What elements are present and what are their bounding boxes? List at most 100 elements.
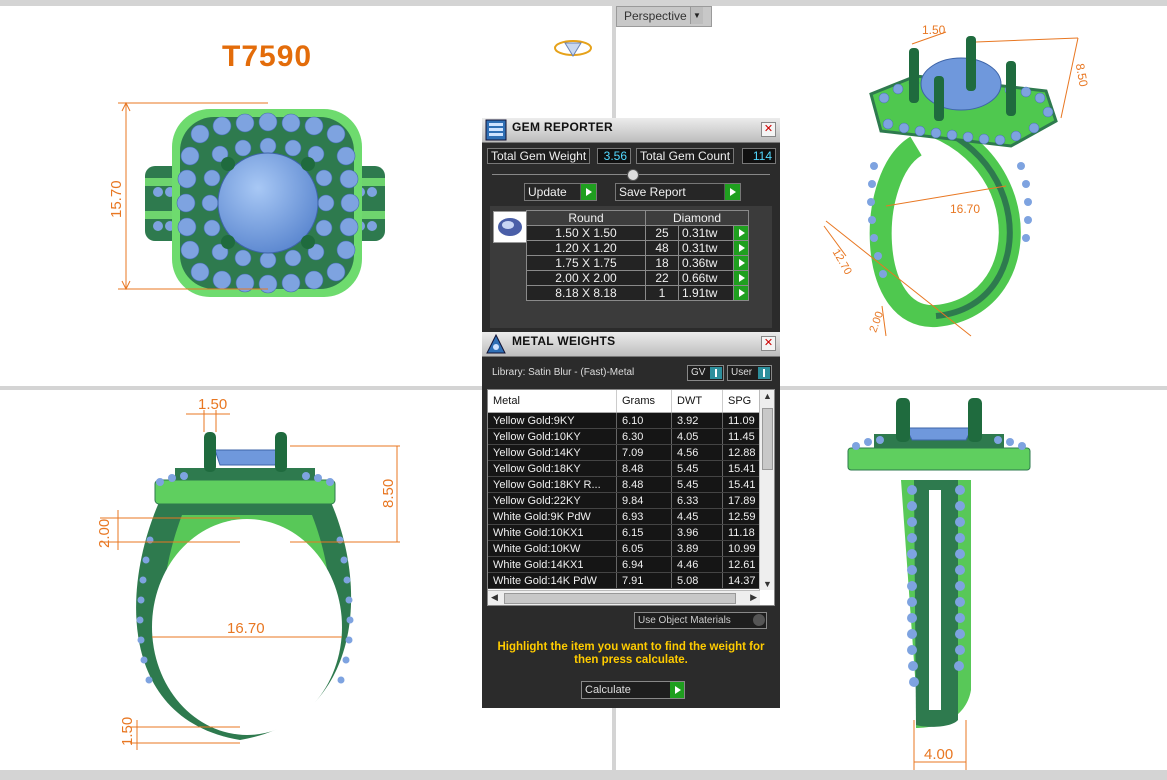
metal-weights-titlebar[interactable]: METAL WEIGHTS ✕ [482,332,780,357]
table-row[interactable]: White Gold:10KW 6.05 3.89 10.99 [488,540,774,557]
dimension-label: 16.70 [227,620,265,637]
table-row[interactable]: Yellow Gold:18KY R... 8.48 5.45 15.41 [488,476,774,493]
user-toggle-label: User [731,367,753,378]
gem-tw: 1.91tw [678,285,734,301]
column-header-dwt[interactable]: DWT [671,390,723,413]
gem-size: 1.20 X 1.20 [526,240,646,256]
table-row[interactable]: White Gold:10KX1 6.15 3.96 11.18 [488,524,774,541]
gem-tw: 0.31tw [678,240,734,256]
gem-tw: 0.36tw [678,255,734,271]
metal-dwt: 4.46 [671,556,723,573]
table-row[interactable]: Yellow Gold:10KY 6.30 4.05 11.45 [488,428,774,445]
table-row[interactable]: Yellow Gold:18KY 8.48 5.45 15.41 [488,460,774,477]
metal-dwt: 4.56 [671,444,723,461]
metal-grams: 6.15 [616,524,672,541]
metal-grams: 6.94 [616,556,672,573]
dimension-label: 16.70 [950,202,981,216]
scrollbar-thumb[interactable] [504,593,736,604]
slider-handle[interactable] [627,169,639,181]
select-gem-button[interactable] [733,255,749,271]
metal-dwt: 3.89 [671,540,723,557]
dimension-label: 1.50 [119,716,136,746]
metal-grams: 6.05 [616,540,672,557]
gem-reporter-titlebar[interactable]: GEM REPORTER ✕ [482,118,780,143]
round-diamond-icon[interactable] [493,211,527,243]
total-gem-count-value: 114 [742,148,776,164]
select-gem-button[interactable] [733,225,749,241]
gem-size: 2.00 X 2.00 [526,270,646,286]
metal-dwt: 3.96 [671,524,723,541]
model-name: T7590 [222,40,313,73]
metal-name: Yellow Gold:9KY [488,412,617,429]
play-icon [580,184,596,200]
gem-count: 1 [645,285,679,301]
gem-tw: 0.66tw [678,270,734,286]
metal-dwt: 3.92 [671,412,723,429]
gem-size: 1.50 X 1.50 [526,225,646,241]
gem-row[interactable]: 1.75 X 1.75 18 0.36tw [526,255,749,271]
save-report-button[interactable]: Save Report [615,183,741,201]
table-row[interactable]: White Gold:14KX1 6.94 4.46 12.61 [488,556,774,573]
dimension-label: 8.50 [380,478,397,508]
use-object-materials-toggle[interactable]: Use Object Materials [634,612,767,629]
table-row[interactable]: Yellow Gold:14KY 7.09 4.56 12.88 [488,444,774,461]
column-header-metal[interactable]: Metal [488,390,617,413]
total-gem-weight-label: Total Gem Weight [487,148,591,164]
scrollbar-thumb[interactable] [762,408,773,470]
calculate-button[interactable]: Calculate [581,681,685,699]
gem-row[interactable]: 2.00 X 2.00 22 0.66tw [526,270,749,286]
column-header-grams[interactable]: Grams [616,390,672,413]
metal-name: White Gold:10KX1 [488,524,617,541]
scale-icon [486,333,506,354]
hint-text: Highlight the item you want to find the … [497,641,765,666]
gem-reporter-title: GEM REPORTER [512,120,613,134]
chevron-down-icon[interactable]: ▼ [690,7,703,24]
vertical-scrollbar[interactable]: ▲ ▼ [759,390,774,590]
scroll-right-icon[interactable]: ▶ [750,592,757,603]
gem-row[interactable]: 1.20 X 1.20 48 0.31tw [526,240,749,256]
gem-type-header: Diamond [645,210,749,226]
table-row[interactable]: White Gold:9K PdW 6.93 4.45 12.59 [488,508,774,525]
table-row[interactable]: Yellow Gold:22KY 9.84 6.33 17.89 [488,492,774,509]
metal-name: White Gold:14KX1 [488,556,617,573]
table-row[interactable]: Yellow Gold:9KY 6.10 3.92 11.09 [488,412,774,429]
gem-shape-header: Round [526,210,646,226]
metal-name: Yellow Gold:14KY [488,444,617,461]
total-gem-count-label: Total Gem Count [636,148,735,164]
close-icon[interactable]: ✕ [761,336,776,351]
scroll-up-icon[interactable]: ▲ [763,391,772,401]
gem-count: 22 [645,270,679,286]
metal-name: White Gold:14K PdW [488,572,617,589]
radio-icon [753,614,765,626]
play-icon [670,682,684,698]
toggle-icon [758,367,770,379]
metal-dwt: 6.33 [671,492,723,509]
metal-dwt: 5.45 [671,460,723,477]
table-row[interactable]: White Gold:14K PdW 7.91 5.08 14.37 [488,572,774,589]
select-gem-button[interactable] [733,240,749,256]
metal-grams: 8.48 [616,476,672,493]
gv-toggle-label: GV [691,367,706,378]
gem-row[interactable]: 1.50 X 1.50 25 0.31tw [526,225,749,241]
metal-grams: 7.91 [616,572,672,589]
metal-dwt: 5.45 [671,476,723,493]
metal-name: White Gold:9K PdW [488,508,617,525]
metal-name: Yellow Gold:18KY [488,460,617,477]
scroll-down-icon[interactable]: ▼ [763,579,772,589]
update-button[interactable]: Update [524,183,597,201]
user-toggle[interactable]: User [727,365,772,381]
metal-name: White Gold:10KW [488,540,617,557]
gem-row[interactable]: 8.18 X 8.18 1 1.91tw [526,285,749,301]
metal-table[interactable]: Metal Grams DWT SPG Yellow Gold:9KY 6.10 3… [487,389,775,606]
metal-name: Yellow Gold:22KY [488,492,617,509]
total-gem-weight-value: 3.56 [597,148,631,164]
close-icon[interactable]: ✕ [761,122,776,137]
horizontal-scrollbar[interactable]: ◀ ▶ [488,590,760,605]
play-icon [724,184,740,200]
select-gem-button[interactable] [733,285,749,301]
scroll-left-icon[interactable]: ◀ [491,592,498,603]
calculate-button-label: Calculate [585,684,631,696]
gv-toggle[interactable]: GV [687,365,724,381]
metal-dwt: 5.08 [671,572,723,589]
select-gem-button[interactable] [733,270,749,286]
